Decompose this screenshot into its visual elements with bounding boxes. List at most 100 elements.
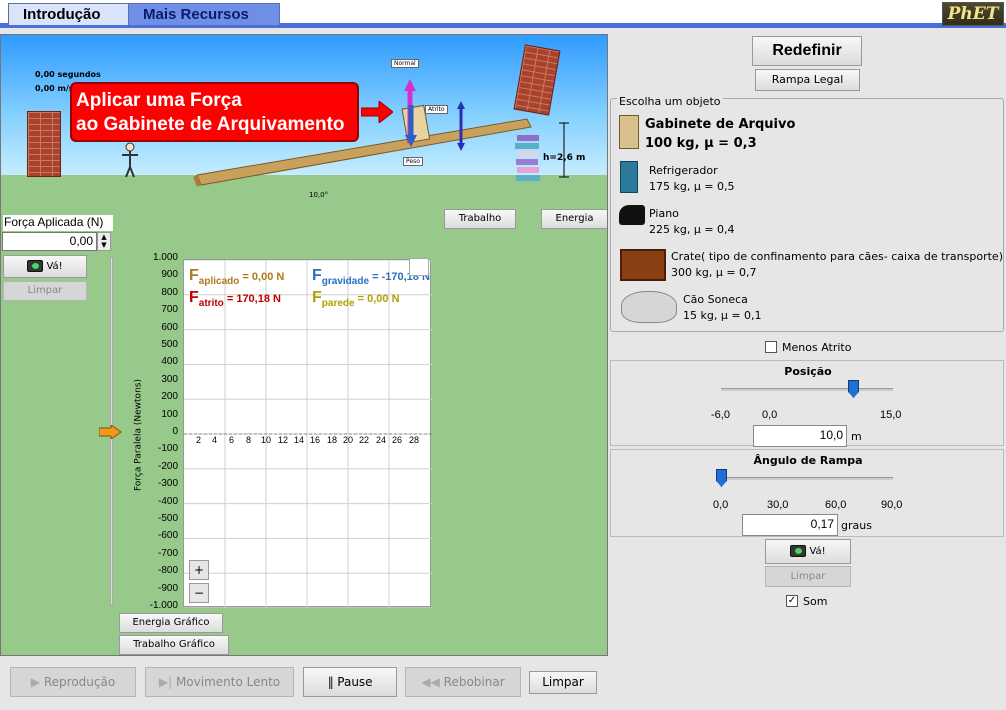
x-tick-label: 6 xyxy=(229,435,235,445)
y-tick-label: -300 xyxy=(157,478,178,490)
x-tick-label: 24 xyxy=(376,435,387,445)
apply-force-line1: Aplicar uma Força xyxy=(76,90,242,111)
ramp-angle-label: 10,0° xyxy=(309,191,329,199)
y-tick-label: 1.000 xyxy=(152,252,178,263)
y-tick-label: 500 xyxy=(161,339,178,350)
work-button[interactable]: Trabalho xyxy=(444,209,516,229)
y-tick-label: 100 xyxy=(161,408,178,420)
tab-bar: Introdução Mais Recursos PhET xyxy=(0,0,1006,28)
position-tick-zero: 0,0 xyxy=(762,409,778,421)
object-name-refrigerator[interactable]: Refrigerador xyxy=(649,164,718,177)
right-clear-button[interactable]: Limpar xyxy=(765,566,851,587)
object-info-refrigerator: 175 kg, μ = 0,5 xyxy=(649,180,735,193)
friction-force-label: Atrito xyxy=(425,105,448,114)
playback-clear-button[interactable]: Limpar xyxy=(529,671,597,694)
position-slider-track[interactable] xyxy=(721,388,893,391)
y-tick-label: -1.000 xyxy=(149,600,178,611)
ramp-angle-group: Ângulo de Rampa 0,0 30,0 60,0 90,0 0,17 … xyxy=(610,449,1004,537)
y-tick-label: -600 xyxy=(157,530,178,542)
object-name-piano[interactable]: Piano xyxy=(649,207,679,220)
file-cabinet-icon[interactable] xyxy=(619,115,639,149)
object-info-cabinet: 100 kg, μ = 0,3 xyxy=(645,136,757,151)
force-graph[interactable] xyxy=(183,259,432,609)
go-icon xyxy=(27,260,44,272)
position-input[interactable]: 10,0 xyxy=(753,425,847,447)
less-friction-checkbox[interactable] xyxy=(765,341,777,353)
x-tick-label: 8 xyxy=(246,435,252,445)
x-tick-label: 10 xyxy=(261,435,272,445)
x-tick-label: 18 xyxy=(327,435,338,445)
tab-mais-recursos[interactable]: Mais Recursos xyxy=(128,3,280,25)
apply-force-banner[interactable]: Aplicar uma Força ao Gabinete de Arquiva… xyxy=(70,82,359,142)
object-info-piano: 225 kg, μ = 0,4 xyxy=(649,223,735,236)
energy-graph-button[interactable]: Energia Gráfico xyxy=(119,613,223,633)
x-tick-label: 26 xyxy=(392,435,403,445)
height-label: h=2,6 m xyxy=(543,153,586,163)
x-tick-label: 22 xyxy=(359,435,370,445)
go-button-label: Vá! xyxy=(46,261,63,272)
piano-icon[interactable] xyxy=(619,205,645,225)
slow-motion-button[interactable]: ▶| Movimento Lento xyxy=(145,667,294,697)
phet-logo[interactable]: PhET xyxy=(942,2,1004,26)
ramp-angle-slider-thumb[interactable] xyxy=(716,469,727,487)
y-tick-label: 300 xyxy=(161,373,178,385)
x-tick-label: 4 xyxy=(212,435,218,445)
ramp-angle-input[interactable]: 0,17 xyxy=(742,514,838,536)
y-tick-label: 400 xyxy=(161,356,178,368)
zoom-out-icon[interactable]: − xyxy=(189,583,209,603)
object-name-cabinet[interactable]: Gabinete de Arquivo xyxy=(645,117,795,132)
reset-button[interactable]: Redefinir xyxy=(752,36,862,66)
graph-grid xyxy=(184,259,432,609)
refrigerator-icon[interactable] xyxy=(620,161,638,193)
object-name-dog[interactable]: Cão Soneca xyxy=(683,293,748,306)
object-info-dog: 15 kg, μ = 0,1 xyxy=(683,309,762,322)
applied-force-input[interactable]: 0,00 xyxy=(2,232,97,251)
right-go-label: Vá! xyxy=(809,546,826,557)
x-tick-label: 20 xyxy=(343,435,354,445)
y-tick-label: -400 xyxy=(157,495,178,507)
applied-force-spinner[interactable]: ▲ ▼ xyxy=(97,232,111,251)
ramp-angle-unit: graus xyxy=(841,519,872,532)
object-chooser: Escolha um objeto Gabinete de Arquivo 10… xyxy=(610,95,1004,332)
sleepy-dog-icon[interactable] xyxy=(621,291,677,323)
sound-checkbox[interactable]: ✓ xyxy=(786,595,798,607)
energy-button[interactable]: Energia xyxy=(541,209,607,229)
go-button[interactable]: Vá! xyxy=(3,255,87,278)
y-tick-label: 600 xyxy=(161,321,178,333)
position-unit: m xyxy=(851,430,862,443)
x-tick-label: 2 xyxy=(196,435,202,445)
pause-label: Pause xyxy=(337,675,373,689)
go-icon xyxy=(790,545,807,557)
rewind-icon: ◀◀ xyxy=(421,675,440,689)
y-tick-label: 0 xyxy=(172,426,178,437)
right-go-button[interactable]: Vá! xyxy=(765,539,851,564)
weight-force-label: Peso xyxy=(403,157,423,166)
crate-icon[interactable] xyxy=(620,249,666,281)
zoom-in-icon[interactable]: + xyxy=(189,560,209,580)
playback-bar: ▶ Reprodução ▶| Movimento Lento ‖ Pause … xyxy=(0,658,608,710)
object-name-crate[interactable]: Crate( tipo de confinamento para cães- c… xyxy=(671,250,1003,263)
tab-introducao[interactable]: Introdução xyxy=(8,3,130,25)
force-slider-handle-icon[interactable] xyxy=(99,425,123,439)
x-tick-label: 16 xyxy=(310,435,321,445)
y-tick-label: -500 xyxy=(157,513,178,524)
sound-label: Som xyxy=(803,595,828,608)
rewind-button[interactable]: ◀◀ Rebobinar xyxy=(405,667,521,697)
ramp-tick-0: 0,0 xyxy=(713,499,729,511)
ramp-tick-30: 30,0 xyxy=(767,499,789,511)
legend-friction: Fatrito = 170,18 N xyxy=(189,289,281,309)
work-graph-button[interactable]: Trabalho Gráfico xyxy=(119,635,229,655)
position-slider-thumb[interactable] xyxy=(848,380,859,398)
ramp-angle-slider-track[interactable] xyxy=(721,477,893,480)
object-info-crate: 300 kg, μ = 0,7 xyxy=(671,266,757,279)
pause-button[interactable]: ‖ Pause xyxy=(303,667,397,697)
replay-button[interactable]: ▶ Reprodução xyxy=(10,667,136,697)
legend-applied: Faplicado = 0,00 N xyxy=(189,267,285,287)
clear-force-button[interactable]: Limpar xyxy=(3,281,87,301)
play-icon: ▶ xyxy=(30,675,41,689)
graph-minimize-button[interactable] xyxy=(409,258,429,276)
position-title: Posição xyxy=(784,365,832,378)
legal-ramp-button[interactable]: Rampa Legal xyxy=(755,69,860,91)
y-tick-label: -100 xyxy=(157,443,178,455)
ramp-tick-90: 90,0 xyxy=(881,499,903,511)
